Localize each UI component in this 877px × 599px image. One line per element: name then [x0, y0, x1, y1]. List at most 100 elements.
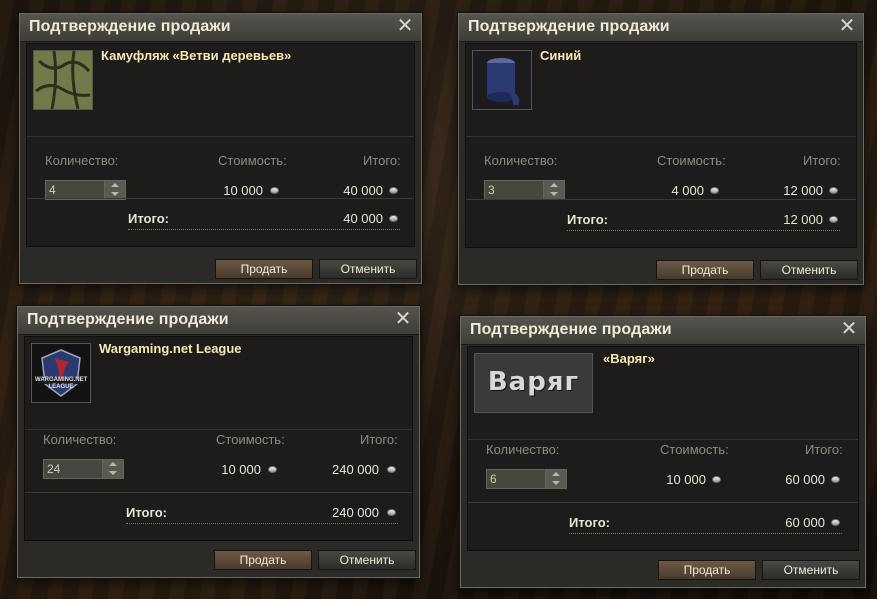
item-name: Синий [540, 48, 582, 63]
item-section: Варяг «Варяг» Количество: Стоимость: Ито… [468, 347, 858, 457]
cancel-button[interactable]: Отменить [760, 260, 858, 280]
item-name: «Варяг» [603, 351, 655, 366]
cancel-button[interactable]: Отменить [319, 259, 417, 279]
cost-value: 4 000 [671, 183, 704, 198]
chevron-up-icon [109, 462, 117, 466]
item-section: Синий Количество: Стоимость: Итого: [466, 44, 856, 168]
dialog-titlebar[interactable]: Подтверждение продажи ✕ [459, 14, 863, 42]
quantity-stepper[interactable]: 3 [484, 180, 565, 200]
item-section: WARGAMING.NET LEAGUE Wargaming.net Leagu… [25, 337, 412, 447]
chevron-down-icon [552, 481, 560, 485]
total-label: Итого: [567, 212, 608, 227]
quantity-input[interactable]: 4 [46, 181, 105, 199]
total-value: 60 000 [785, 515, 825, 530]
subtotal-value: 12 000 [783, 183, 823, 198]
quantity-label: Количество: [486, 442, 560, 457]
sell-button[interactable]: Продать [215, 259, 313, 279]
silver-coin-icon [387, 466, 396, 473]
total-section: Итого: 60 000 [468, 502, 858, 550]
sell-confirm-dialog: Подтверждение продажи ✕ Камуфляж «Ветви … [19, 13, 422, 284]
total-value: 240 000 [332, 505, 379, 520]
quantity-label: Количество: [45, 153, 119, 168]
emblem-text-wargaming: WARGAMING.NET [35, 377, 88, 383]
chevron-up-icon [552, 472, 560, 476]
dialog-body: WARGAMING.NET LEAGUE Wargaming.net Leagu… [24, 336, 413, 541]
total-underline [128, 229, 400, 230]
decrement-button[interactable] [103, 469, 123, 478]
total-underline [569, 533, 842, 534]
cancel-button[interactable]: Отменить [762, 560, 860, 580]
silver-coin-icon [712, 476, 721, 483]
item-name: Камуфляж «Ветви деревьев» [101, 48, 292, 63]
item-section: Камуфляж «Ветви деревьев» Количество: Ст… [27, 44, 414, 168]
quantity-input[interactable]: 6 [487, 470, 546, 488]
stepper-buttons [104, 181, 125, 199]
subtotal-label: Итого: [805, 442, 843, 457]
sell-confirm-dialog: Подтверждение продажи ✕ Варяг «Варяг» Ко… [460, 316, 866, 588]
dialog-title: Подтверждение продажи [468, 18, 670, 35]
quantity-input[interactable]: 3 [485, 181, 544, 199]
total-section: Итого: 40 000 [27, 198, 414, 246]
cost-value: 10 000 [223, 183, 263, 198]
total-value: 40 000 [343, 211, 383, 226]
quantity-stepper[interactable]: 24 [43, 459, 124, 479]
subtotal-label: Итого: [360, 432, 398, 447]
decrement-button[interactable] [544, 190, 564, 199]
close-icon[interactable]: ✕ [837, 16, 857, 36]
total-underline [126, 523, 398, 524]
dialog-title: Подтверждение продажи [470, 321, 672, 338]
cost-label: Стоимость: [218, 153, 287, 168]
silver-coin-icon [387, 509, 396, 516]
chevron-up-icon [111, 183, 119, 187]
quantity-stepper[interactable]: 6 [486, 469, 567, 489]
decrement-button[interactable] [546, 479, 566, 488]
sell-confirm-dialog: Подтверждение продажи ✕ Синий Количество… [458, 13, 864, 285]
quantity-input[interactable]: 24 [44, 460, 103, 478]
subtotal-value: 40 000 [343, 183, 383, 198]
stepper-buttons [543, 181, 564, 199]
total-section: Итого: 12 000 [466, 199, 856, 247]
sell-button[interactable]: Продать [656, 260, 754, 280]
silver-coin-icon [710, 187, 719, 194]
total-section: Итого: 240 000 [25, 492, 412, 540]
varyag-inscription-icon: Варяг [474, 353, 593, 413]
close-icon[interactable]: ✕ [393, 309, 413, 329]
chevron-down-icon [111, 192, 119, 196]
close-icon[interactable]: ✕ [839, 319, 859, 339]
chevron-down-icon [109, 471, 117, 475]
total-underline [567, 230, 840, 231]
stepper-buttons [102, 460, 123, 478]
silver-coin-icon [389, 187, 398, 194]
inscription-text: Варяг [487, 367, 580, 397]
dialog-body: Синий Количество: Стоимость: Итого: 3 4 … [465, 43, 857, 248]
dialog-title: Подтверждение продажи [27, 311, 229, 328]
dialog-body: Варяг «Варяг» Количество: Стоимость: Ито… [467, 346, 859, 551]
close-icon[interactable]: ✕ [395, 16, 415, 36]
item-name: Wargaming.net League [99, 341, 242, 356]
silver-coin-icon [829, 187, 838, 194]
dialog-body: Камуфляж «Ветви деревьев» Количество: Ст… [26, 43, 415, 247]
total-label: Итого: [569, 515, 610, 530]
chevron-down-icon [550, 192, 558, 196]
subtotal-label: Итого: [803, 153, 841, 168]
cost-label: Стоимость: [216, 432, 285, 447]
quantity-label: Количество: [43, 432, 117, 447]
camouflage-branches-icon [33, 50, 93, 110]
cancel-button[interactable]: Отменить [318, 550, 416, 570]
chevron-up-icon [550, 183, 558, 187]
silver-coin-icon [389, 215, 398, 222]
subtotal-label: Итого: [363, 153, 401, 168]
blue-paint-can-icon [472, 50, 532, 110]
silver-coin-icon [270, 187, 279, 194]
cost-label: Стоимость: [657, 153, 726, 168]
stepper-buttons [545, 470, 566, 488]
dialog-titlebar[interactable]: Подтверждение продажи ✕ [20, 14, 421, 42]
silver-coin-icon [829, 216, 838, 223]
dialog-titlebar[interactable]: Подтверждение продажи ✕ [18, 307, 419, 335]
dialog-title: Подтверждение продажи [29, 18, 231, 35]
sell-button[interactable]: Продать [214, 550, 312, 570]
total-label: Итого: [128, 211, 169, 226]
quantity-stepper[interactable]: 4 [45, 180, 126, 200]
dialog-titlebar[interactable]: Подтверждение продажи ✕ [461, 317, 865, 345]
sell-button[interactable]: Продать [658, 560, 756, 580]
